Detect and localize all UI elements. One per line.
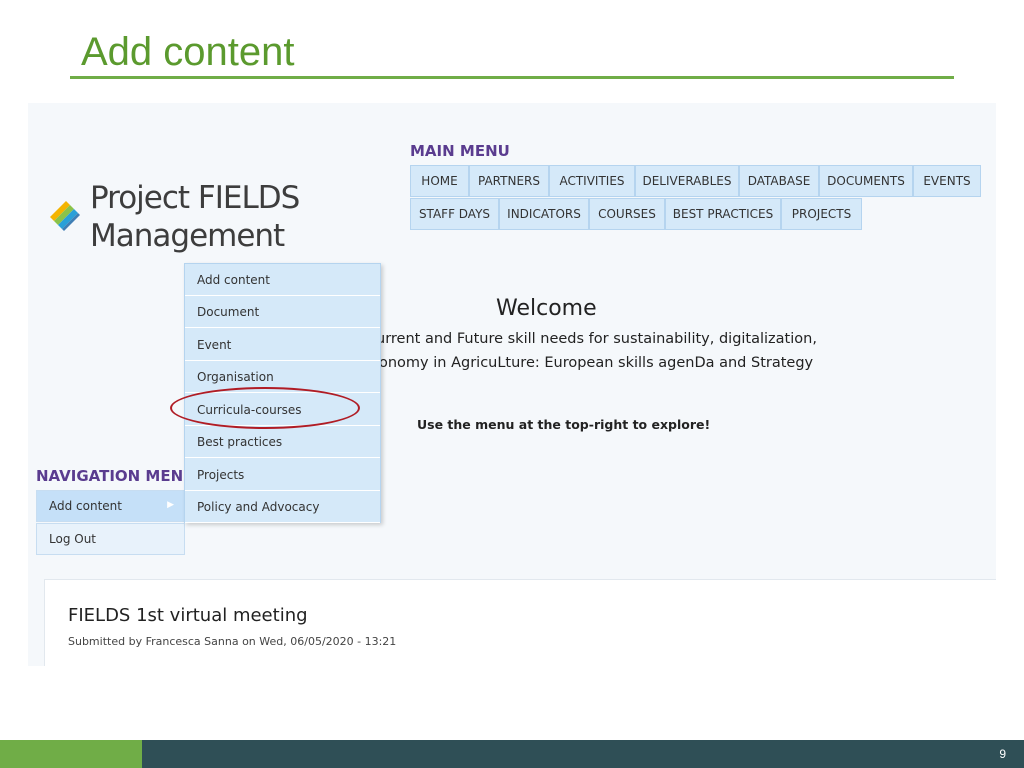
chevron-right-icon: ▶	[167, 500, 174, 510]
main-menu-label: MAIN MENU	[410, 142, 510, 160]
site-name-line1: Project FIELDS	[90, 180, 300, 216]
page-number: 9	[999, 747, 1006, 761]
slide-title: Add content	[81, 30, 295, 74]
highlight-ellipse	[170, 387, 360, 429]
menu-projects[interactable]: PROJECTS	[781, 198, 862, 230]
nav-item-add-content[interactable]: Add content ▶	[36, 490, 185, 522]
nav-item-label: Add content	[49, 499, 122, 513]
nav-item-label: Log Out	[49, 532, 97, 546]
welcome-hint: Use the menu at the top-right to explore…	[417, 417, 711, 432]
menu-documents[interactable]: DOCUMENTS	[819, 165, 913, 197]
dropdown-item-add-content[interactable]: Add content	[185, 264, 380, 296]
website-screenshot: Project FIELDS Management MAIN MENU HOME…	[28, 103, 996, 666]
article-teaser: FIELDS 1st virtual meeting Submitted by …	[44, 579, 996, 666]
menu-deliverables[interactable]: DELIVERABLES	[635, 165, 739, 197]
article-title[interactable]: FIELDS 1st virtual meeting	[68, 605, 308, 626]
menu-activities[interactable]: ACTIVITIES	[549, 165, 635, 197]
article-meta: Submitted by Francesca Sanna on Wed, 06/…	[68, 635, 397, 648]
menu-database[interactable]: DATABASE	[739, 165, 819, 197]
menu-home[interactable]: HOME	[410, 165, 469, 197]
dropdown-item-projects[interactable]: Projects	[185, 459, 380, 491]
navigation-menu-label: NAVIGATION MENU	[36, 467, 196, 485]
menu-indicators[interactable]: INDICATORS	[499, 198, 589, 230]
fields-logo-icon	[50, 201, 80, 231]
dropdown-item-best-practices[interactable]: Best practices	[185, 426, 380, 458]
menu-courses[interactable]: COURSES	[589, 198, 665, 230]
menu-events[interactable]: EVENTS	[913, 165, 981, 197]
footer-bar	[142, 740, 1024, 768]
title-divider	[70, 76, 954, 79]
dropdown-item-event[interactable]: Event	[185, 329, 380, 361]
welcome-line-2: onomy in AgricuLture: European skills ag…	[379, 355, 814, 371]
nav-item-log-out[interactable]: Log Out	[36, 523, 185, 555]
menu-staff-days[interactable]: STAFF DAYS	[410, 198, 499, 230]
site-name-line2: Management	[90, 218, 285, 254]
dropdown-item-policy-and-advocacy[interactable]: Policy and Advocacy	[185, 491, 380, 523]
menu-best-practices[interactable]: BEST PRACTICES	[665, 198, 781, 230]
menu-partners[interactable]: PARTNERS	[469, 165, 549, 197]
dropdown-item-document[interactable]: Document	[185, 296, 380, 328]
welcome-title: Welcome	[496, 296, 597, 321]
site-name[interactable]: Project FIELDS Management	[90, 179, 300, 255]
footer-accent-bar	[0, 740, 142, 768]
welcome-line-1: urrent and Future skill needs for sustai…	[376, 331, 817, 347]
